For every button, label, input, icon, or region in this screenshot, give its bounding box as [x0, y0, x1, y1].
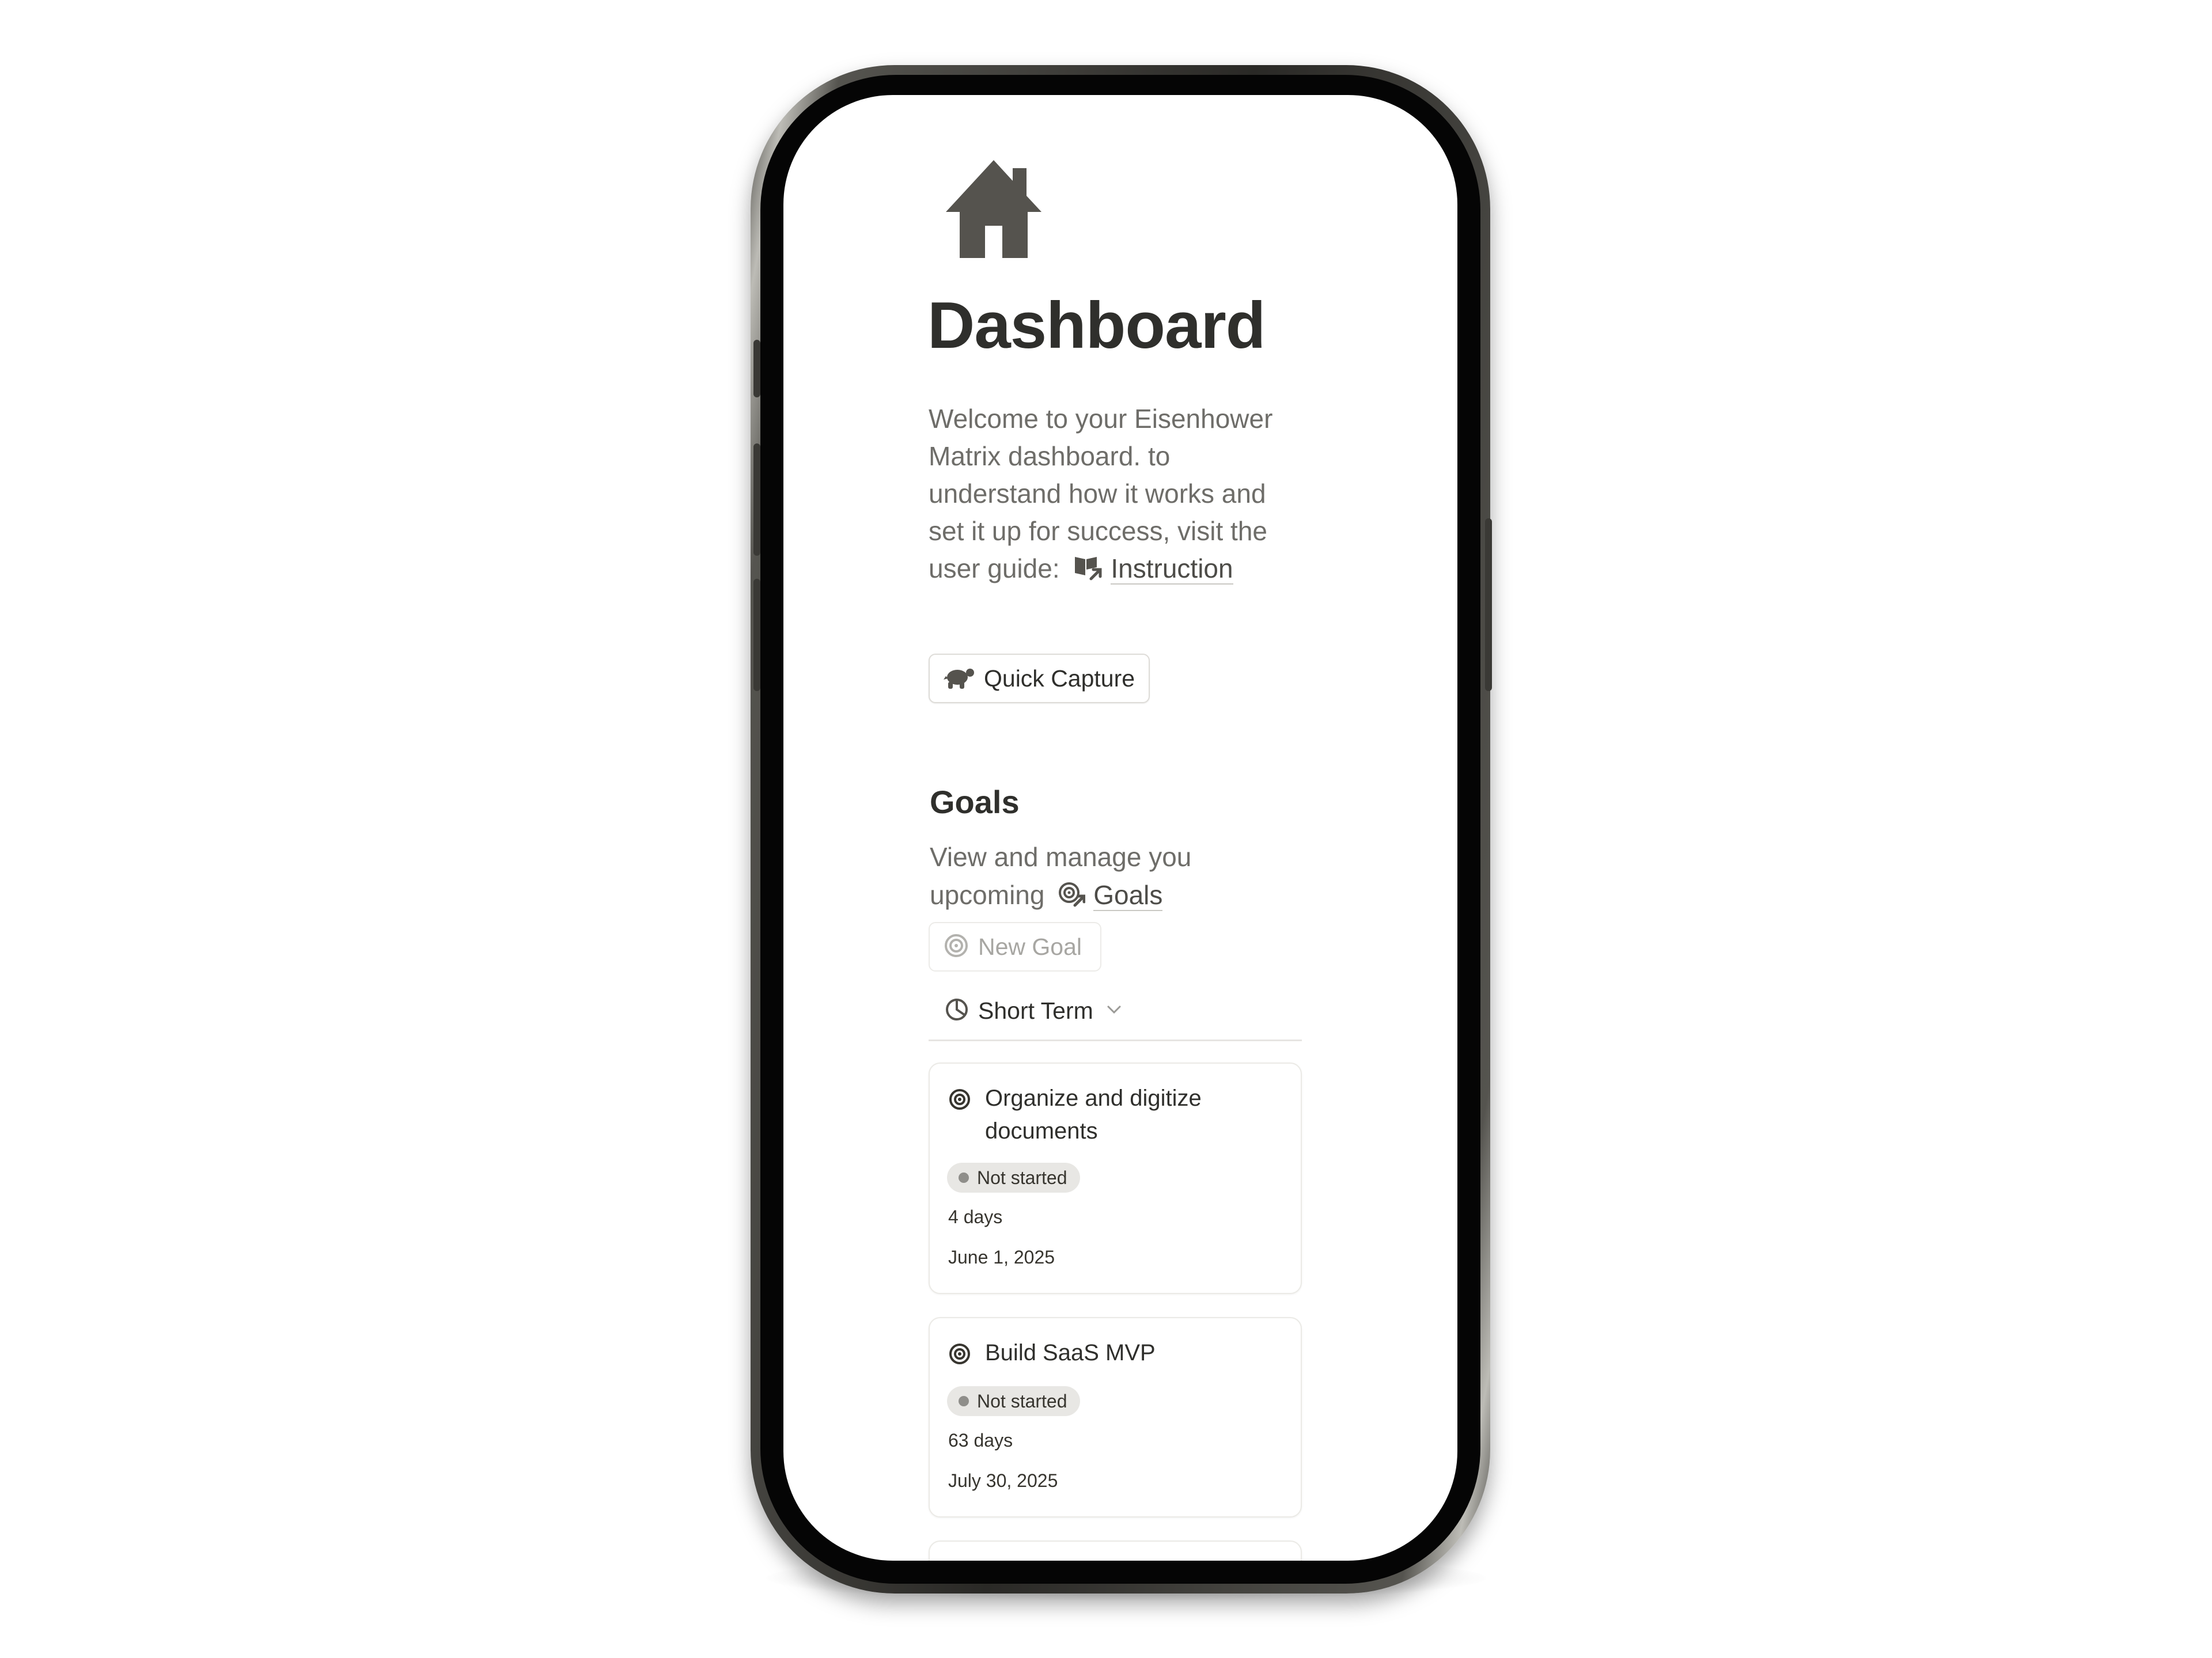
goals-heading: Goals: [930, 784, 1020, 820]
phone-volume-up-button: [753, 443, 760, 556]
goal-card[interactable]: [929, 1541, 1302, 1561]
goal-card-duration: 63 days: [948, 1430, 1013, 1451]
goal-card-duration: 4 days: [948, 1206, 1003, 1227]
status-label: Not started: [977, 1390, 1067, 1412]
goals-description-line: upcoming Goals: [930, 876, 1298, 917]
new-goal-button[interactable]: New Goal: [929, 922, 1101, 972]
notion-page: Dashboard Welcome to your Eisenhower Mat…: [783, 95, 1457, 1561]
goal-card-title-row: Build SaaS MVP: [948, 1337, 1285, 1369]
intro-line: set it up for success, visit the: [929, 516, 1268, 546]
goal-card-title-row: Organize and digitize documents: [948, 1082, 1285, 1148]
view-tab-short-term[interactable]: Short Term: [945, 988, 1122, 1034]
quick-capture-label: Quick Capture: [984, 665, 1135, 692]
goal-card-title: Build SaaS MVP: [985, 1337, 1285, 1369]
goal-card-title-line: Organize and digitize: [985, 1086, 1202, 1111]
pie-chart-icon: [945, 997, 969, 1025]
chevron-down-icon[interactable]: [1106, 1001, 1122, 1020]
goals-description: View and manage you upcoming Goals: [930, 838, 1298, 917]
quick-capture-button[interactable]: Quick Capture: [929, 654, 1150, 703]
goal-card[interactable]: Build SaaS MVP Not started 63 days July …: [929, 1317, 1302, 1517]
intro-line-last: user guide: Instruction: [929, 550, 1297, 591]
phone-volume-down-button: [753, 579, 760, 691]
phone-mute-switch: [753, 340, 760, 397]
house-icon: [939, 155, 1048, 265]
intro-line: Matrix dashboard. to: [929, 441, 1171, 471]
intro-line: understand how it works and: [929, 479, 1266, 509]
view-tab-label: Short Term: [978, 997, 1093, 1024]
goal-card-date: June 1, 2025: [948, 1247, 1055, 1268]
intro-line: Welcome to your Eisenhower: [929, 404, 1273, 434]
phone-power-button: [1485, 518, 1492, 691]
goals-link[interactable]: Goals: [1093, 880, 1163, 911]
target-icon: [944, 933, 969, 961]
status-label: Not started: [977, 1167, 1067, 1188]
status-badge: Not started: [947, 1163, 1080, 1193]
goal-card-title: Organize and digitize documents: [985, 1082, 1285, 1148]
status-badge: Not started: [947, 1386, 1080, 1416]
view-divider: [929, 1039, 1302, 1041]
goal-card-title-line: Build SaaS MVP: [985, 1340, 1156, 1365]
intro-line-text: user guide:: [929, 553, 1060, 583]
turtle-icon: [944, 665, 975, 693]
goals-description-line: View and manage you: [930, 842, 1192, 872]
goal-link-icon: [1058, 879, 1086, 917]
status-dot: [959, 1173, 969, 1183]
goals-description-prefix: upcoming: [930, 880, 1045, 910]
page-title: Dashboard: [927, 289, 1266, 362]
goal-card-date: July 30, 2025: [948, 1470, 1058, 1491]
book-link-icon: [1074, 553, 1103, 591]
phone-screen: Dashboard Welcome to your Eisenhower Mat…: [783, 95, 1457, 1561]
intro-text: Welcome to your Eisenhower Matrix dashbo…: [929, 400, 1297, 591]
new-goal-label: New Goal: [978, 933, 1082, 960]
goal-card-title-line: documents: [985, 1118, 1098, 1144]
target-icon: [948, 1088, 971, 1114]
target-icon: [948, 1342, 971, 1368]
instruction-link[interactable]: Instruction: [1111, 553, 1233, 585]
status-dot: [959, 1396, 969, 1406]
goal-card[interactable]: Organize and digitize documents Not star…: [929, 1063, 1302, 1294]
